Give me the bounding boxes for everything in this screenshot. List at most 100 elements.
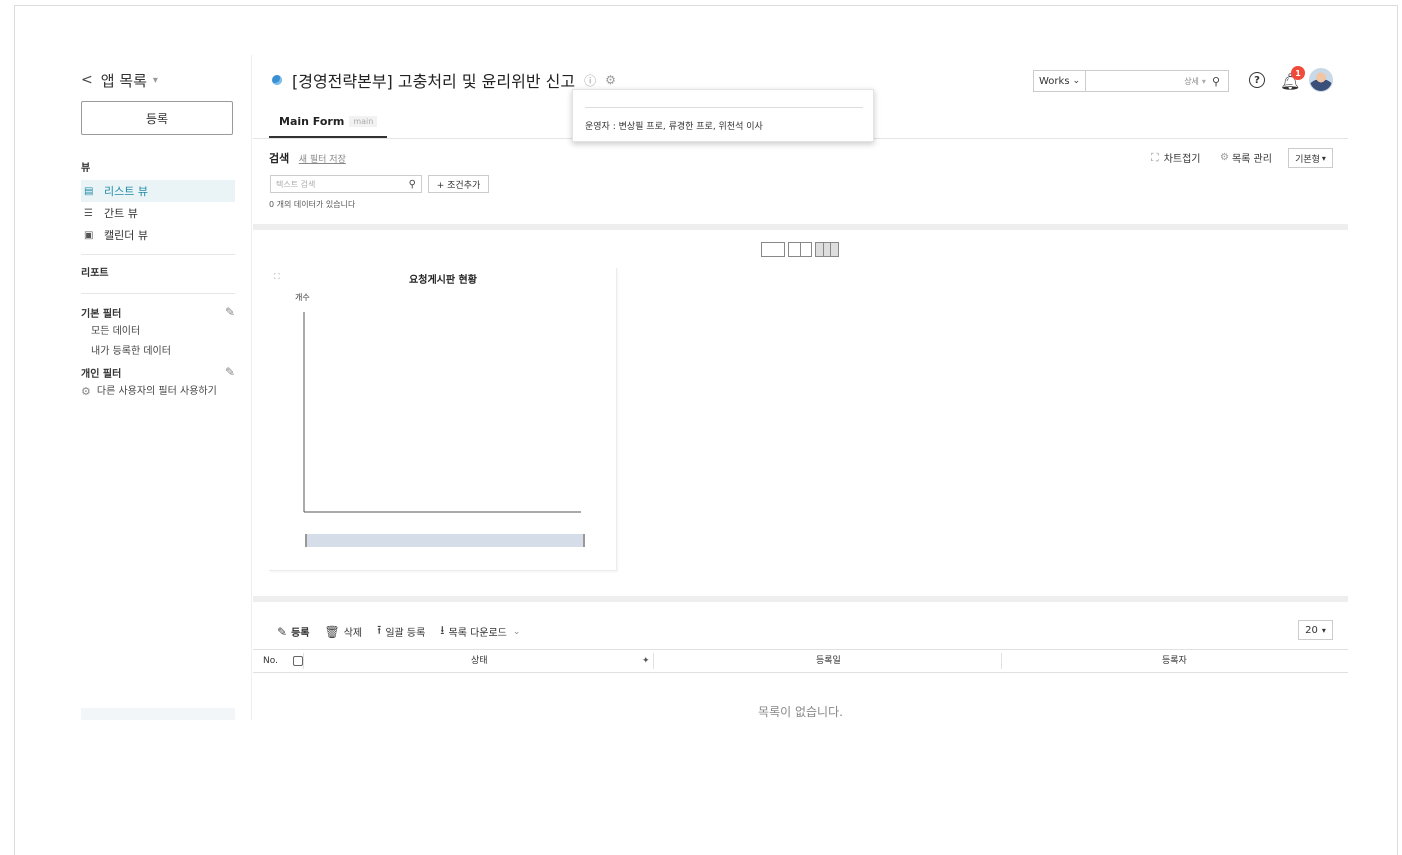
chart: 요청게시판 현황 개수 [295,273,585,547]
filter-item-all-data[interactable]: 모든 데이터 [81,322,235,342]
sidebar: < 앱 목록 ▾ 등록 뷰 ▤ 리스트 뷰 ☰ 간트 뷰 ▣ 캘린더 뷰 리포트… [81,68,235,402]
pencil-icon: ✎ [277,624,288,639]
page-title: [경영전략본부] 고충처리 및 윤리위반 신고 [292,72,576,91]
layout-one-column-icon[interactable] [761,242,785,257]
chart-fold-label: 차트접기 [1163,154,1201,165]
divider [81,254,235,255]
personal-filter-header: 개인 필터 ✎ [81,362,235,382]
bulk-register-button[interactable]: ⭱ 일괄 등록 [377,621,425,642]
app-icon [272,75,282,85]
delete-button[interactable]: 🗑︎ 삭제 [324,624,363,640]
gear-icon: ⚙ [81,385,91,398]
sidebar-item-label: 캘린더 뷰 [104,229,148,242]
works-select-value: Works [1039,75,1070,87]
text-search-input[interactable]: 텍스트 검색 ⚲ [270,175,422,193]
tab-tag: main [349,115,378,127]
column-divider [1001,653,1002,669]
info-icon[interactable]: ⓘ [584,72,596,89]
add-condition-button[interactable]: + 조건추가 [428,175,489,193]
filter-item-my-data[interactable]: 내가 등록한 데이터 [81,342,235,362]
sort-icon[interactable]: ✦ [642,650,650,672]
data-count-text: 0 개의 데이터가 있습니다 [269,200,356,209]
section-separator [253,596,1348,602]
sidebar-item-label: 간트 뷰 [104,207,138,220]
trash-icon: 🗑︎ [324,624,340,639]
basic-filter-title: 기본 필터 [81,308,122,320]
column-divider [653,653,654,669]
sidebar-item-list-view[interactable]: ▤ 리스트 뷰 [81,180,235,202]
upload-icon: ⭱ [377,623,382,637]
column-header-registered-date[interactable]: 등록일 [816,650,841,672]
download-icon: ⭳ [440,623,445,637]
text-search-placeholder: 텍스트 검색 [276,179,316,189]
search-icon[interactable]: ⚲ [409,179,416,190]
view-section-title: 뷰 [81,163,91,174]
calendar-icon: ▣ [84,229,94,241]
chevron-down-icon: ▾ [1321,153,1326,163]
chart-y-axis-label: 개수 [295,292,310,302]
list-manage-button[interactable]: ⚙ 목록 관리 [1220,150,1272,165]
sidebar-footer [81,708,235,720]
page-size-select[interactable]: 20 ▾ [1298,620,1333,640]
register-button[interactable]: 등록 [81,101,233,135]
save-filter-link[interactable]: 새 필터 저장 [299,155,346,165]
search-label: 검색 [269,152,290,165]
column-divider [303,653,304,669]
caret-down-icon: ▾ [1201,76,1206,86]
empty-list-message: 목록이 없습니다. [758,705,843,719]
basic-filter-header: 기본 필터 ✎ [81,302,235,322]
page-title-row: [경영전략본부] 고충처리 및 윤리위반 신고 ⓘ ⚙ [272,68,616,92]
global-search-input[interactable]: 상세 ▾ ⚲ [1085,70,1229,92]
avatar[interactable] [1309,68,1333,92]
tooltip-text: 운영자 : 변상필 프로, 류경한 프로, 위천석 이사 [585,122,763,132]
sidebar-divider [251,55,252,720]
pencil-icon[interactable]: ✎ [225,365,235,379]
gantt-icon: ☰ [84,207,93,219]
select-all-checkbox[interactable] [293,656,303,666]
table-header: No. 상태 ✦ 등록일 등록자 [253,649,1348,673]
pencil-icon[interactable]: ✎ [225,305,235,319]
list-register-label: 등록 [291,628,310,639]
section-separator [253,224,1348,230]
notification-badge: 1 [1291,66,1305,80]
app-list-label: 앱 목록 [100,71,147,90]
list-manage-label: 목록 관리 [1231,154,1272,165]
layout-select-value: 기본형 [1295,154,1320,165]
chart-fold-button[interactable]: ⛶ 차트접기 [1151,150,1201,166]
chart-zoom-scrollbar[interactable] [305,534,585,547]
report-section-title[interactable]: 리포트 [81,263,235,285]
layout-two-column-icon[interactable] [788,242,812,257]
help-icon[interactable]: ? [1249,72,1265,88]
tab-main-form[interactable]: Main Form main [269,106,388,138]
search-detail-label[interactable]: 상세 [1184,76,1199,87]
list-register-button[interactable]: ✎ 등록 [277,624,310,640]
layout-select[interactable]: 기본형 ▾ [1288,148,1333,168]
works-select[interactable]: Works ⌄ [1033,70,1086,92]
chevron-left-icon: < [81,72,93,88]
column-header-registrant[interactable]: 등록자 [1162,650,1187,672]
personal-filter-title: 개인 필터 [81,368,122,380]
scrollbar-handle-right[interactable] [583,534,585,547]
sidebar-item-gantt-view[interactable]: ☰ 간트 뷰 [81,202,235,224]
page-size-value: 20 [1305,624,1318,636]
scrollbar-handle-left[interactable] [305,534,307,547]
column-header-status[interactable]: 상태 [471,650,488,672]
chevron-down-icon: ▾ [1321,625,1326,635]
download-button[interactable]: ⭳ 목록 다운로드 ⌄ [440,621,520,642]
gear-icon[interactable]: ⚙ [605,73,616,87]
divider [81,293,235,294]
column-header-no[interactable]: No. [263,650,278,672]
chart-icon: ⛶ [1151,150,1159,164]
caret-down-icon: ▾ [152,74,158,86]
layout-three-column-icon[interactable] [815,242,839,257]
delete-label: 삭제 [343,628,363,639]
list-toolbar: ✎ 등록 🗑︎ 삭제 ⭱ 일괄 등록 ⭳ 목록 다운로드 ⌄ [277,621,535,642]
search-icon[interactable]: ⚲ [1212,75,1220,88]
operator-tooltip: 운영자 : 변상필 프로, 류경한 프로, 위천석 이사 [572,89,874,142]
chart-layout-switcher [761,242,839,257]
other-user-filter-link[interactable]: ⚙ 다른 사용자의 필터 사용하기 [81,382,235,402]
search-section: 검색 새 필터 저장 [269,150,346,166]
chevron-down-icon: ⌄ [512,626,521,637]
app-list-link[interactable]: < 앱 목록 ▾ [81,68,235,92]
sidebar-item-calendar-view[interactable]: ▣ 캘린더 뷰 [81,224,235,246]
